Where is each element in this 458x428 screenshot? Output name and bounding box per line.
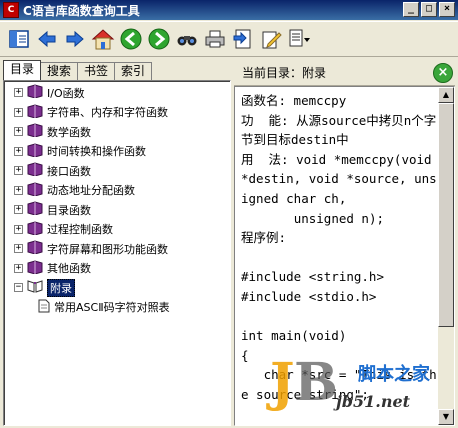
tree-node-label[interactable]: 附录 — [47, 278, 75, 297]
book-icon — [27, 162, 43, 179]
tree-node[interactable]: − 附录 — [4, 278, 230, 298]
tree-node-label[interactable]: I/O函数 — [47, 85, 85, 101]
window-title: C语言库函数查询工具 — [23, 3, 140, 18]
tree-node-label[interactable]: 动态地址分配函数 — [47, 182, 135, 198]
tree-node-label[interactable]: 目录函数 — [47, 202, 91, 218]
tree-node[interactable]: + 数学函数 — [4, 122, 230, 142]
book-icon — [27, 221, 43, 238]
close-button[interactable]: × — [439, 2, 455, 17]
home-icon[interactable] — [90, 25, 116, 53]
close-panel-icon[interactable]: × — [433, 63, 453, 83]
book-icon — [27, 182, 43, 199]
bookmark-icon[interactable] — [230, 25, 256, 53]
tree-node[interactable]: + 过程控制函数 — [4, 220, 230, 240]
expand-icon[interactable]: + — [14, 88, 23, 98]
scroll-up-button[interactable]: ▲ — [438, 87, 454, 103]
tree-leaf[interactable]: 常用ASCⅡ码字符对照表 — [4, 298, 230, 318]
expand-icon[interactable]: + — [14, 185, 23, 195]
book-icon — [27, 104, 43, 121]
nav-forward-icon[interactable] — [146, 25, 172, 53]
tree-node[interactable]: + 动态地址分配函数 — [4, 181, 230, 201]
tab-index[interactable]: 索引 — [114, 62, 153, 80]
tree-node[interactable]: + 字符串、内存和字符函数 — [4, 103, 230, 123]
expand-icon[interactable]: + — [14, 263, 23, 273]
tree-node[interactable]: + 字符屏幕和图形功能函数 — [4, 239, 230, 259]
nav-tabs: 目录 搜索 书签 索引 — [3, 60, 231, 80]
title-bar: C C语言库函数查询工具 _ □ × — [0, 0, 458, 20]
window-controls: _ □ × — [403, 2, 455, 17]
app-icon: C — [3, 2, 19, 18]
scroll-thumb[interactable] — [438, 103, 454, 327]
tree-node-label[interactable]: 时间转换和操作函数 — [47, 143, 146, 159]
expand-icon[interactable]: + — [14, 244, 23, 254]
book-icon — [27, 123, 43, 140]
tree-node-label[interactable]: 接口函数 — [47, 163, 91, 179]
content-view: 函数名: memccpy 功 能: 从源source中拷贝n个字节到目标dest… — [234, 86, 455, 426]
tree-node[interactable]: + 其他函数 — [4, 259, 230, 279]
collapse-icon[interactable]: − — [14, 283, 23, 293]
scroll-down-button[interactable]: ▼ — [438, 409, 454, 425]
tree-node[interactable]: + 目录函数 — [4, 200, 230, 220]
contents-tree: + I/O函数 + 字符串、内存和字符函数 + 数学函数 + 时间转换和操作函数 + 接口函数 + 动… — [3, 80, 231, 426]
show-hide-icon[interactable] — [6, 25, 32, 53]
forward-icon[interactable] — [62, 25, 88, 53]
tree-node-label[interactable]: 字符屏幕和图形功能函数 — [47, 241, 168, 257]
content-panel: 当前目录：附录 × 函数名: memccpy 功 能: 从源source中拷贝n… — [234, 60, 455, 426]
find-icon[interactable] — [174, 25, 200, 53]
expand-icon[interactable]: + — [14, 146, 23, 156]
vertical-scrollbar[interactable]: ▲ ▼ — [438, 87, 454, 425]
current-directory-label: 当前目录：附录 — [242, 66, 327, 80]
page-icon — [38, 299, 50, 316]
expand-icon[interactable]: + — [14, 107, 23, 117]
content-header: 当前目录：附录 × — [234, 60, 455, 86]
tab-search[interactable]: 搜索 — [40, 62, 79, 80]
expand-icon[interactable]: + — [14, 166, 23, 176]
tree-node-label[interactable]: 数学函数 — [47, 124, 91, 140]
expand-icon[interactable]: + — [14, 205, 23, 215]
tree-node[interactable]: + 时间转换和操作函数 — [4, 142, 230, 162]
book-icon — [27, 201, 43, 218]
minimize-button[interactable]: _ — [403, 2, 419, 17]
book-icon — [27, 240, 43, 257]
book-icon — [27, 84, 43, 101]
tree-leaf-label[interactable]: 常用ASCⅡ码字符对照表 — [54, 299, 170, 315]
back-icon[interactable] — [34, 25, 60, 53]
tab-contents[interactable]: 目录 — [3, 60, 42, 80]
open-book-icon — [27, 279, 43, 296]
tree-node-label[interactable]: 字符串、内存和字符函数 — [47, 104, 168, 120]
edit-icon[interactable] — [258, 25, 284, 53]
options-icon[interactable] — [286, 25, 312, 53]
print-icon[interactable] — [202, 25, 228, 53]
book-icon — [27, 260, 43, 277]
expand-icon[interactable]: + — [14, 127, 23, 137]
navigation-panel: 目录 搜索 书签 索引 + I/O函数 + 字符串、内存和字符函数 + 数学函数 + 时间转换… — [3, 60, 231, 426]
tree-node-label[interactable]: 过程控制函数 — [47, 221, 113, 237]
maximize-button[interactable]: □ — [421, 2, 437, 17]
toolbar — [0, 21, 458, 57]
tree-node-label[interactable]: 其他函数 — [47, 260, 91, 276]
book-icon — [27, 143, 43, 160]
nav-back-icon[interactable] — [118, 25, 144, 53]
tree-node[interactable]: + 接口函数 — [4, 161, 230, 181]
expand-icon[interactable]: + — [14, 224, 23, 234]
tree-node[interactable]: + I/O函数 — [4, 83, 230, 103]
content-text: 函数名: memccpy 功 能: 从源source中拷贝n个字节到目标dest… — [241, 93, 437, 402]
tab-bookmarks[interactable]: 书签 — [77, 62, 116, 80]
